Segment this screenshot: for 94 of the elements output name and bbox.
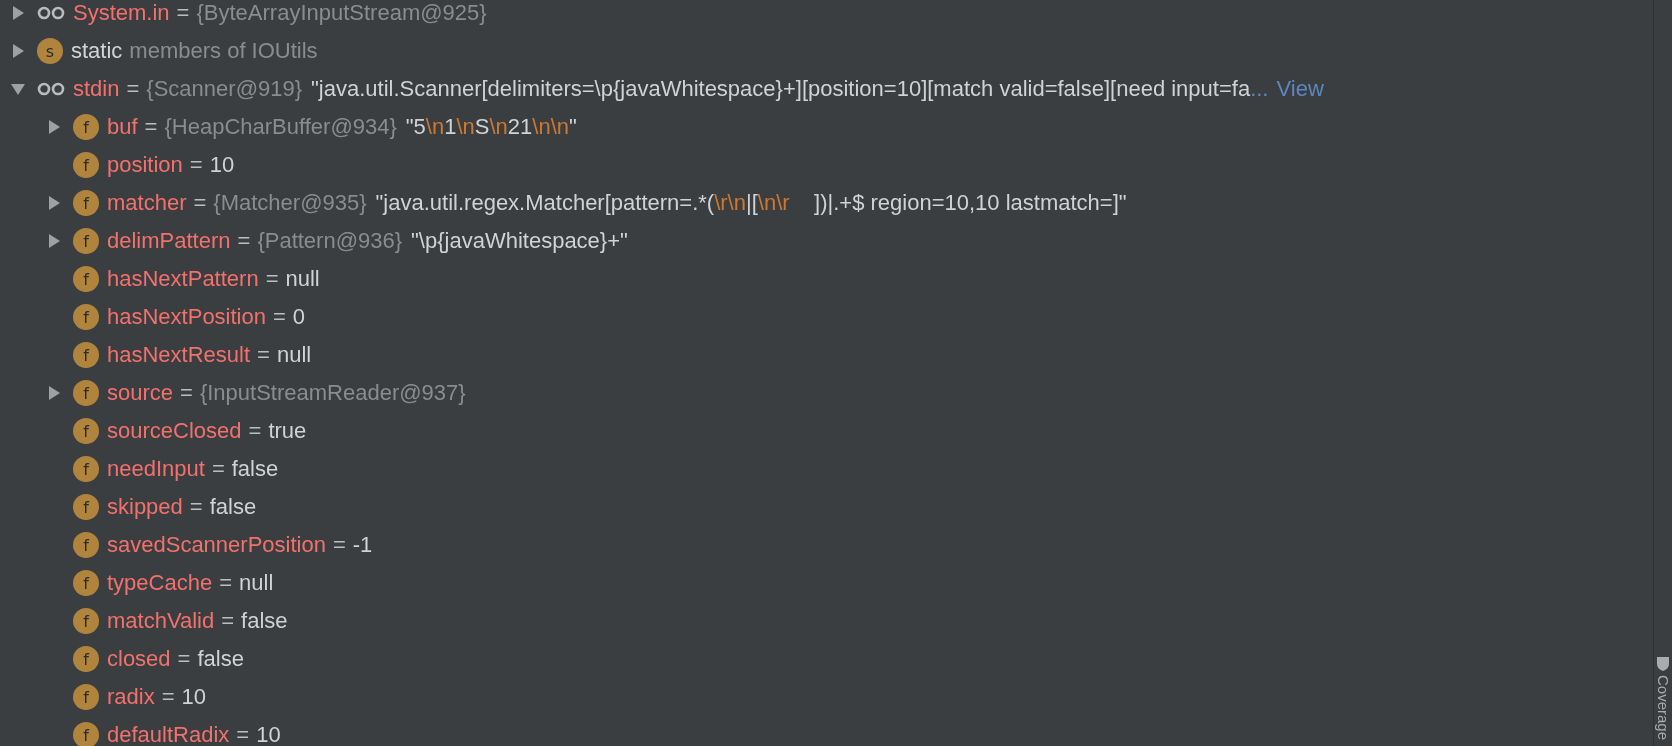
variable-name: static [71,38,123,64]
equals-sign: = [144,114,158,140]
type-reference: {InputStreamReader@937} [199,380,466,406]
shield-icon [1657,656,1669,671]
equals-sign: = [248,418,262,444]
expand-arrow-icon[interactable] [47,120,61,134]
variable-value: null [285,266,320,292]
equals-sign: = [193,190,207,216]
variable-name: savedScannerPosition [107,532,326,558]
coverage-tab[interactable]: Coverage [1654,656,1672,746]
variable-value: 10 [209,152,235,178]
variable-value: false [241,608,288,634]
variable-value: null [239,570,274,596]
view-link[interactable]: View [1276,76,1324,102]
field-badge: f [73,228,99,254]
variable-name: stdin [73,76,120,102]
variable-value: 10 [256,722,281,746]
variable-value: 0 [292,304,306,330]
equals-sign: = [332,532,346,558]
variable-value: "java.util.regex.Matcher[pattern=.*(\r\n|[\n\r ])|.+$ region=10,10 lastmatch=]" [375,190,1127,216]
variable-name: hasNextPattern [107,266,259,292]
field-badge: f [73,532,99,558]
field-badge: f [73,342,99,368]
type-reference: {Scanner@919} [146,76,303,102]
type-reference: {HeapCharBuffer@934} [164,114,397,140]
expand-arrow-icon[interactable] [11,6,25,20]
expand-arrow-icon[interactable] [47,196,61,210]
equals-sign: = [273,304,286,330]
field-badge: f [73,266,99,292]
equals-sign: = [176,0,190,26]
field-badge: f [73,418,99,444]
variable-value: true [268,418,307,444]
field-badge: f [73,114,99,140]
variable-name: System.in [73,0,170,26]
variable-name: buf [107,114,138,140]
equals-sign: = [257,342,270,368]
equals-sign: = [211,456,225,482]
expand-arrow-icon[interactable] [47,386,61,400]
field-badge: f [73,608,99,634]
field-badge: f [73,380,99,406]
equals-sign: = [177,646,191,672]
field-badge: f [73,570,99,596]
expand-arrow-icon[interactable] [11,44,25,58]
equals-sign: = [236,722,250,746]
variable-value: -1 [352,532,373,558]
variable-name: closed [107,646,171,672]
glasses-icon [37,82,65,96]
variable-name: radix [107,684,155,710]
collapse-arrow-icon[interactable] [11,82,25,96]
variable-name: matcher [107,190,187,216]
variable-name: source [107,380,174,406]
variable-value: false [197,646,244,672]
equals-sign: = [126,76,140,102]
field-badge: f [73,190,99,216]
variable-name: typeCache [107,570,213,596]
field-badge: f [73,646,99,672]
equals-sign: = [180,380,193,406]
variable-name: hasNextResult [107,342,251,368]
type-reference: {Pattern@936} [257,228,403,254]
variable-name: position [107,152,183,178]
equals-sign: = [237,228,251,254]
variable-value: false [231,456,279,482]
field-badge: f [73,152,99,178]
variable-value: false [209,494,257,520]
ellipsis: ... [1250,76,1269,102]
field-badge: f [73,304,99,330]
static-badge: s [37,38,63,64]
equals-sign: = [161,684,175,710]
variable-name: defaultRadix [107,722,230,746]
field-badge: f [73,494,99,520]
type-reference: {Matcher@935} [213,190,367,216]
variable-name: needInput [107,456,205,482]
type-reference: {ByteArrayInputStream@925} [196,0,487,26]
variable-name: hasNextPosition [107,304,266,330]
variable-name: skipped [107,494,183,520]
expand-arrow-icon[interactable] [47,234,61,248]
static-note: members of IOUtils [129,38,318,64]
variable-value: "\p{javaWhitespace}+" [411,228,628,254]
glasses-icon [37,6,65,20]
variable-value: null [276,342,312,368]
field-badge: f [73,456,99,482]
equals-sign: = [189,152,203,178]
field-badge: f [73,722,99,746]
equals-sign: = [189,494,203,520]
field-badge: f [73,684,99,710]
variable-name: matchValid [107,608,215,634]
variable-name: sourceClosed [107,418,242,444]
variable-name: delimPattern [107,228,231,254]
equals-sign: = [265,266,279,292]
variable-value: 10 [181,684,207,710]
variable-value: "5\n1\nS\n21\n\n" [405,114,577,140]
variable-value: "java.util.Scanner[delimiters=\p{javaWhitespace}+][position=10][match valid=false][need input=fa [311,76,1251,102]
equals-sign: = [219,570,233,596]
equals-sign: = [221,608,235,634]
